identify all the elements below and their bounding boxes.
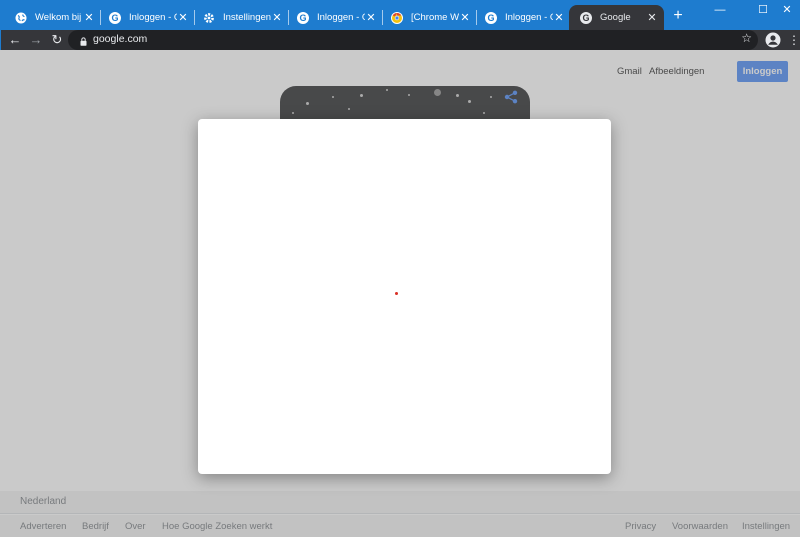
profile-avatar-icon[interactable] <box>765 32 781 48</box>
tab-google-active[interactable]: G Google ✕ <box>569 5 664 30</box>
chrome-icon <box>390 11 404 25</box>
new-tab-button[interactable]: + <box>671 8 685 24</box>
svg-text:G: G <box>111 13 118 23</box>
tab-title: Google <box>600 12 631 23</box>
google-g-icon: G <box>296 11 310 25</box>
forward-arrow-icon[interactable]: → <box>28 32 44 48</box>
google-g-icon: G <box>108 11 122 25</box>
tab-title: Inloggen - Google Accounts <box>317 12 365 23</box>
maximize-icon[interactable]: ☐ <box>755 2 771 18</box>
close-icon[interactable]: ✕ <box>271 12 283 24</box>
svg-text:G: G <box>582 13 589 23</box>
globe-icon <box>14 11 28 25</box>
tab-strip: Welkom bij Chrome ✕ G Inloggen - Google … <box>0 0 800 30</box>
back-arrow-icon[interactable]: ← <box>7 32 23 48</box>
google-g-icon: G <box>484 11 498 25</box>
tab-title: Inloggen - Google Accounts <box>129 12 177 23</box>
lock-icon[interactable] <box>80 35 87 49</box>
tab-chrome-win10[interactable]: [Chrome WIN10] ✕ <box>380 5 477 30</box>
close-icon[interactable]: ✕ <box>365 12 377 24</box>
tab-inloggen-2[interactable]: G Inloggen - Google Accounts ✕ <box>286 5 383 30</box>
close-icon[interactable]: ✕ <box>553 12 565 24</box>
close-icon[interactable]: ✕ <box>83 12 95 24</box>
tab-instellingen[interactable]: Instellingen ✕ <box>192 5 289 30</box>
reload-icon[interactable]: ↻ <box>49 32 65 48</box>
tab-title: Welkom bij Chrome <box>35 12 83 23</box>
google-g-icon: G <box>579 11 593 25</box>
tab-title: [Chrome WIN10] <box>411 12 459 23</box>
tab-title: Instellingen <box>223 12 271 23</box>
close-icon[interactable]: ✕ <box>646 12 658 24</box>
tab-welcome[interactable]: Welkom bij Chrome ✕ <box>4 5 101 30</box>
browser-toolbar: ← → ↻ google.com ☆ ⋮ <box>0 30 800 50</box>
signin-dialog <box>198 119 611 474</box>
address-bar[interactable]: google.com ☆ <box>68 30 758 50</box>
close-icon[interactable]: ✕ <box>459 12 471 24</box>
gear-icon <box>202 11 216 25</box>
svg-text:G: G <box>487 13 494 23</box>
close-icon[interactable]: ✕ <box>177 12 189 24</box>
tab-inloggen-1[interactable]: G Inloggen - Google Accounts ✕ <box>98 5 195 30</box>
tab-inloggen-3[interactable]: G Inloggen - Google Accounts ✕ <box>474 5 571 30</box>
loading-spinner <box>395 292 398 295</box>
kebab-menu-icon[interactable]: ⋮ <box>788 32 800 48</box>
url-text: google.com <box>93 33 148 45</box>
bookmark-star-icon[interactable]: ☆ <box>741 31 752 45</box>
window-close-icon[interactable]: ✕ <box>779 2 795 18</box>
svg-text:G: G <box>299 13 306 23</box>
minimize-icon[interactable]: — <box>712 2 728 18</box>
tab-title: Inloggen - Google Accounts <box>505 12 553 23</box>
